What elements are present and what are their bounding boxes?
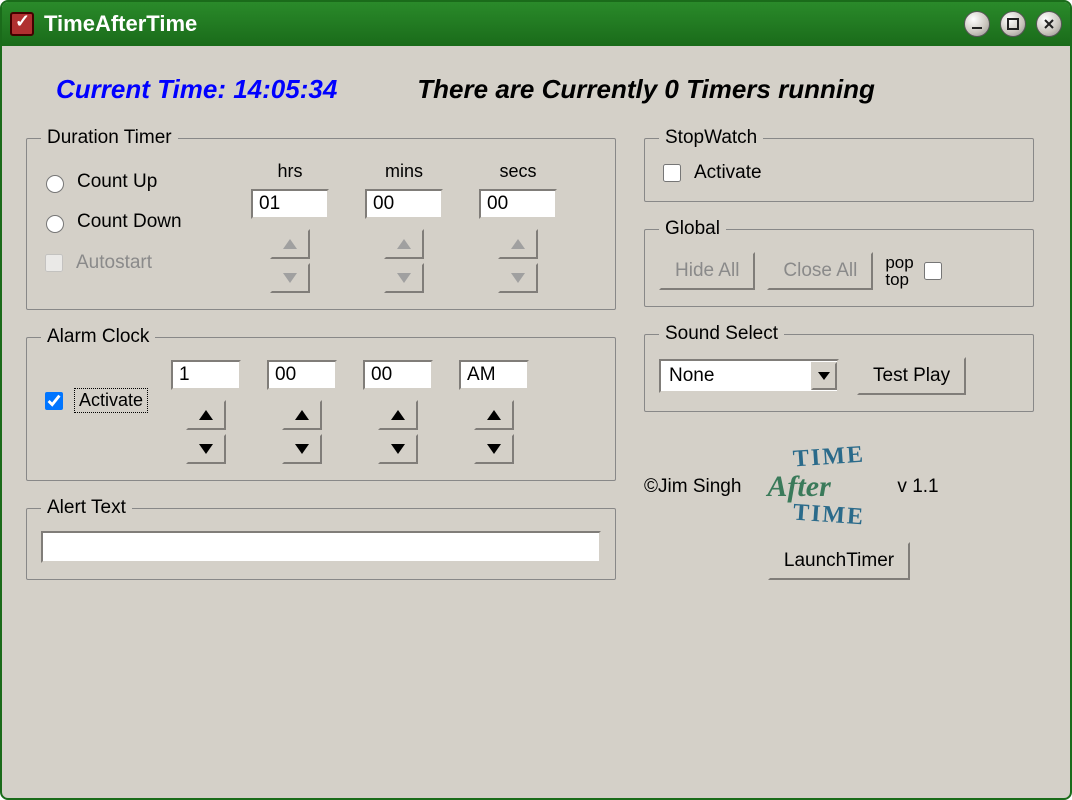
alarm-hour-down-button[interactable] xyxy=(186,434,226,464)
mins-up-button[interactable] xyxy=(384,229,424,259)
launch-timer-button[interactable]: LaunchTimer xyxy=(768,542,910,580)
alarm-activate-checkbox[interactable] xyxy=(45,392,63,410)
window-title: TimeAfterTime xyxy=(44,11,197,37)
hrs-input[interactable] xyxy=(251,189,329,219)
count-up-radio-row[interactable]: Count Up xyxy=(41,171,221,193)
about-row: ©Jim Singh TIME After TIME v 1.1 xyxy=(644,442,1034,532)
count-up-label: Count Up xyxy=(77,171,157,193)
alert-text-group: Alert Text xyxy=(26,497,616,580)
count-down-radio-row[interactable]: Count Down xyxy=(41,211,221,233)
alert-legend: Alert Text xyxy=(41,497,132,519)
alarm-min-column xyxy=(262,360,342,464)
stopwatch-legend: StopWatch xyxy=(659,127,763,149)
maximize-button[interactable] xyxy=(1000,11,1026,37)
stopwatch-activate-label: Activate xyxy=(694,162,762,184)
alarm-ampm-input[interactable] xyxy=(459,360,529,390)
alarm-min-down-button[interactable] xyxy=(282,434,322,464)
hide-all-button: Hide All xyxy=(659,252,755,290)
secs-up-button[interactable] xyxy=(498,229,538,259)
minimize-button[interactable] xyxy=(964,11,990,37)
alarm-hour-input[interactable] xyxy=(171,360,241,390)
close-button[interactable] xyxy=(1036,11,1062,37)
app-window: TimeAfterTime Current Time: 14:05:34 The… xyxy=(0,0,1072,800)
alert-text-input[interactable] xyxy=(41,531,601,563)
mins-column: mins xyxy=(359,161,449,293)
alarm-ampm-down-button[interactable] xyxy=(474,434,514,464)
sound-legend: Sound Select xyxy=(659,323,784,345)
autostart-checkbox xyxy=(45,254,63,272)
stopwatch-activate-row[interactable]: Activate xyxy=(659,161,1019,185)
alarm-activate-label: Activate xyxy=(74,388,148,413)
logo-time2: TIME xyxy=(793,500,867,532)
global-group: Global Hide All Close All pop top xyxy=(644,218,1034,307)
alarm-legend: Alarm Clock xyxy=(41,326,155,348)
pop-label: pop xyxy=(885,254,913,271)
alarm-min-up-button[interactable] xyxy=(282,400,322,430)
current-time-label: Current Time: 14:05:34 xyxy=(56,74,337,105)
mins-label: mins xyxy=(385,161,423,183)
test-play-button[interactable]: Test Play xyxy=(857,357,966,395)
duration-timer-group: Duration Timer Count Up Count Down xyxy=(26,127,616,310)
header-row: Current Time: 14:05:34 There are Current… xyxy=(56,74,1046,105)
alarm-ampm-column xyxy=(454,360,534,464)
alarm-hour-up-button[interactable] xyxy=(186,400,226,430)
autostart-label: Autostart xyxy=(76,252,152,274)
alarm-min-input[interactable] xyxy=(267,360,337,390)
alarm-ampm-up-button[interactable] xyxy=(474,400,514,430)
client-area: Current Time: 14:05:34 There are Current… xyxy=(2,46,1070,798)
sound-combo-value: None xyxy=(661,365,811,387)
alarm-hour-column xyxy=(166,360,246,464)
hrs-column: hrs xyxy=(245,161,335,293)
alarm-sec-down-button[interactable] xyxy=(378,434,418,464)
stopwatch-activate-checkbox[interactable] xyxy=(663,164,681,182)
sound-combo-dropdown-button[interactable] xyxy=(811,362,837,390)
version-label: v 1.1 xyxy=(897,476,938,498)
top-label: top xyxy=(885,271,909,288)
autostart-check-row: Autostart xyxy=(41,251,221,275)
alarm-clock-group: Alarm Clock Activate xyxy=(26,326,616,481)
app-icon xyxy=(10,12,34,36)
poptop-checkbox[interactable] xyxy=(924,262,942,280)
alarm-activate-row[interactable]: Activate xyxy=(41,388,148,413)
secs-input[interactable] xyxy=(479,189,557,219)
copyright-label: ©Jim Singh xyxy=(644,476,741,498)
alarm-sec-column xyxy=(358,360,438,464)
hrs-label: hrs xyxy=(277,161,302,183)
global-legend: Global xyxy=(659,218,726,240)
alarm-sec-input[interactable] xyxy=(363,360,433,390)
stopwatch-group: StopWatch Activate xyxy=(644,127,1034,202)
hrs-down-button[interactable] xyxy=(270,263,310,293)
count-down-radio[interactable] xyxy=(46,215,64,233)
count-up-radio[interactable] xyxy=(46,175,64,193)
timers-running-label: There are Currently 0 Timers running xyxy=(417,74,875,105)
secs-down-button[interactable] xyxy=(498,263,538,293)
alarm-sec-up-button[interactable] xyxy=(378,400,418,430)
close-all-button: Close All xyxy=(767,252,873,290)
secs-label: secs xyxy=(499,161,536,183)
sound-select-group: Sound Select None Test Play xyxy=(644,323,1034,412)
mins-input[interactable] xyxy=(365,189,443,219)
logo-time1: TIME xyxy=(793,442,867,474)
secs-column: secs xyxy=(473,161,563,293)
mins-down-button[interactable] xyxy=(384,263,424,293)
hrs-up-button[interactable] xyxy=(270,229,310,259)
count-down-label: Count Down xyxy=(77,211,182,233)
app-logo: TIME After TIME xyxy=(749,442,889,532)
sound-combo[interactable]: None xyxy=(659,359,839,393)
duration-legend: Duration Timer xyxy=(41,127,178,149)
titlebar: TimeAfterTime xyxy=(2,2,1070,46)
